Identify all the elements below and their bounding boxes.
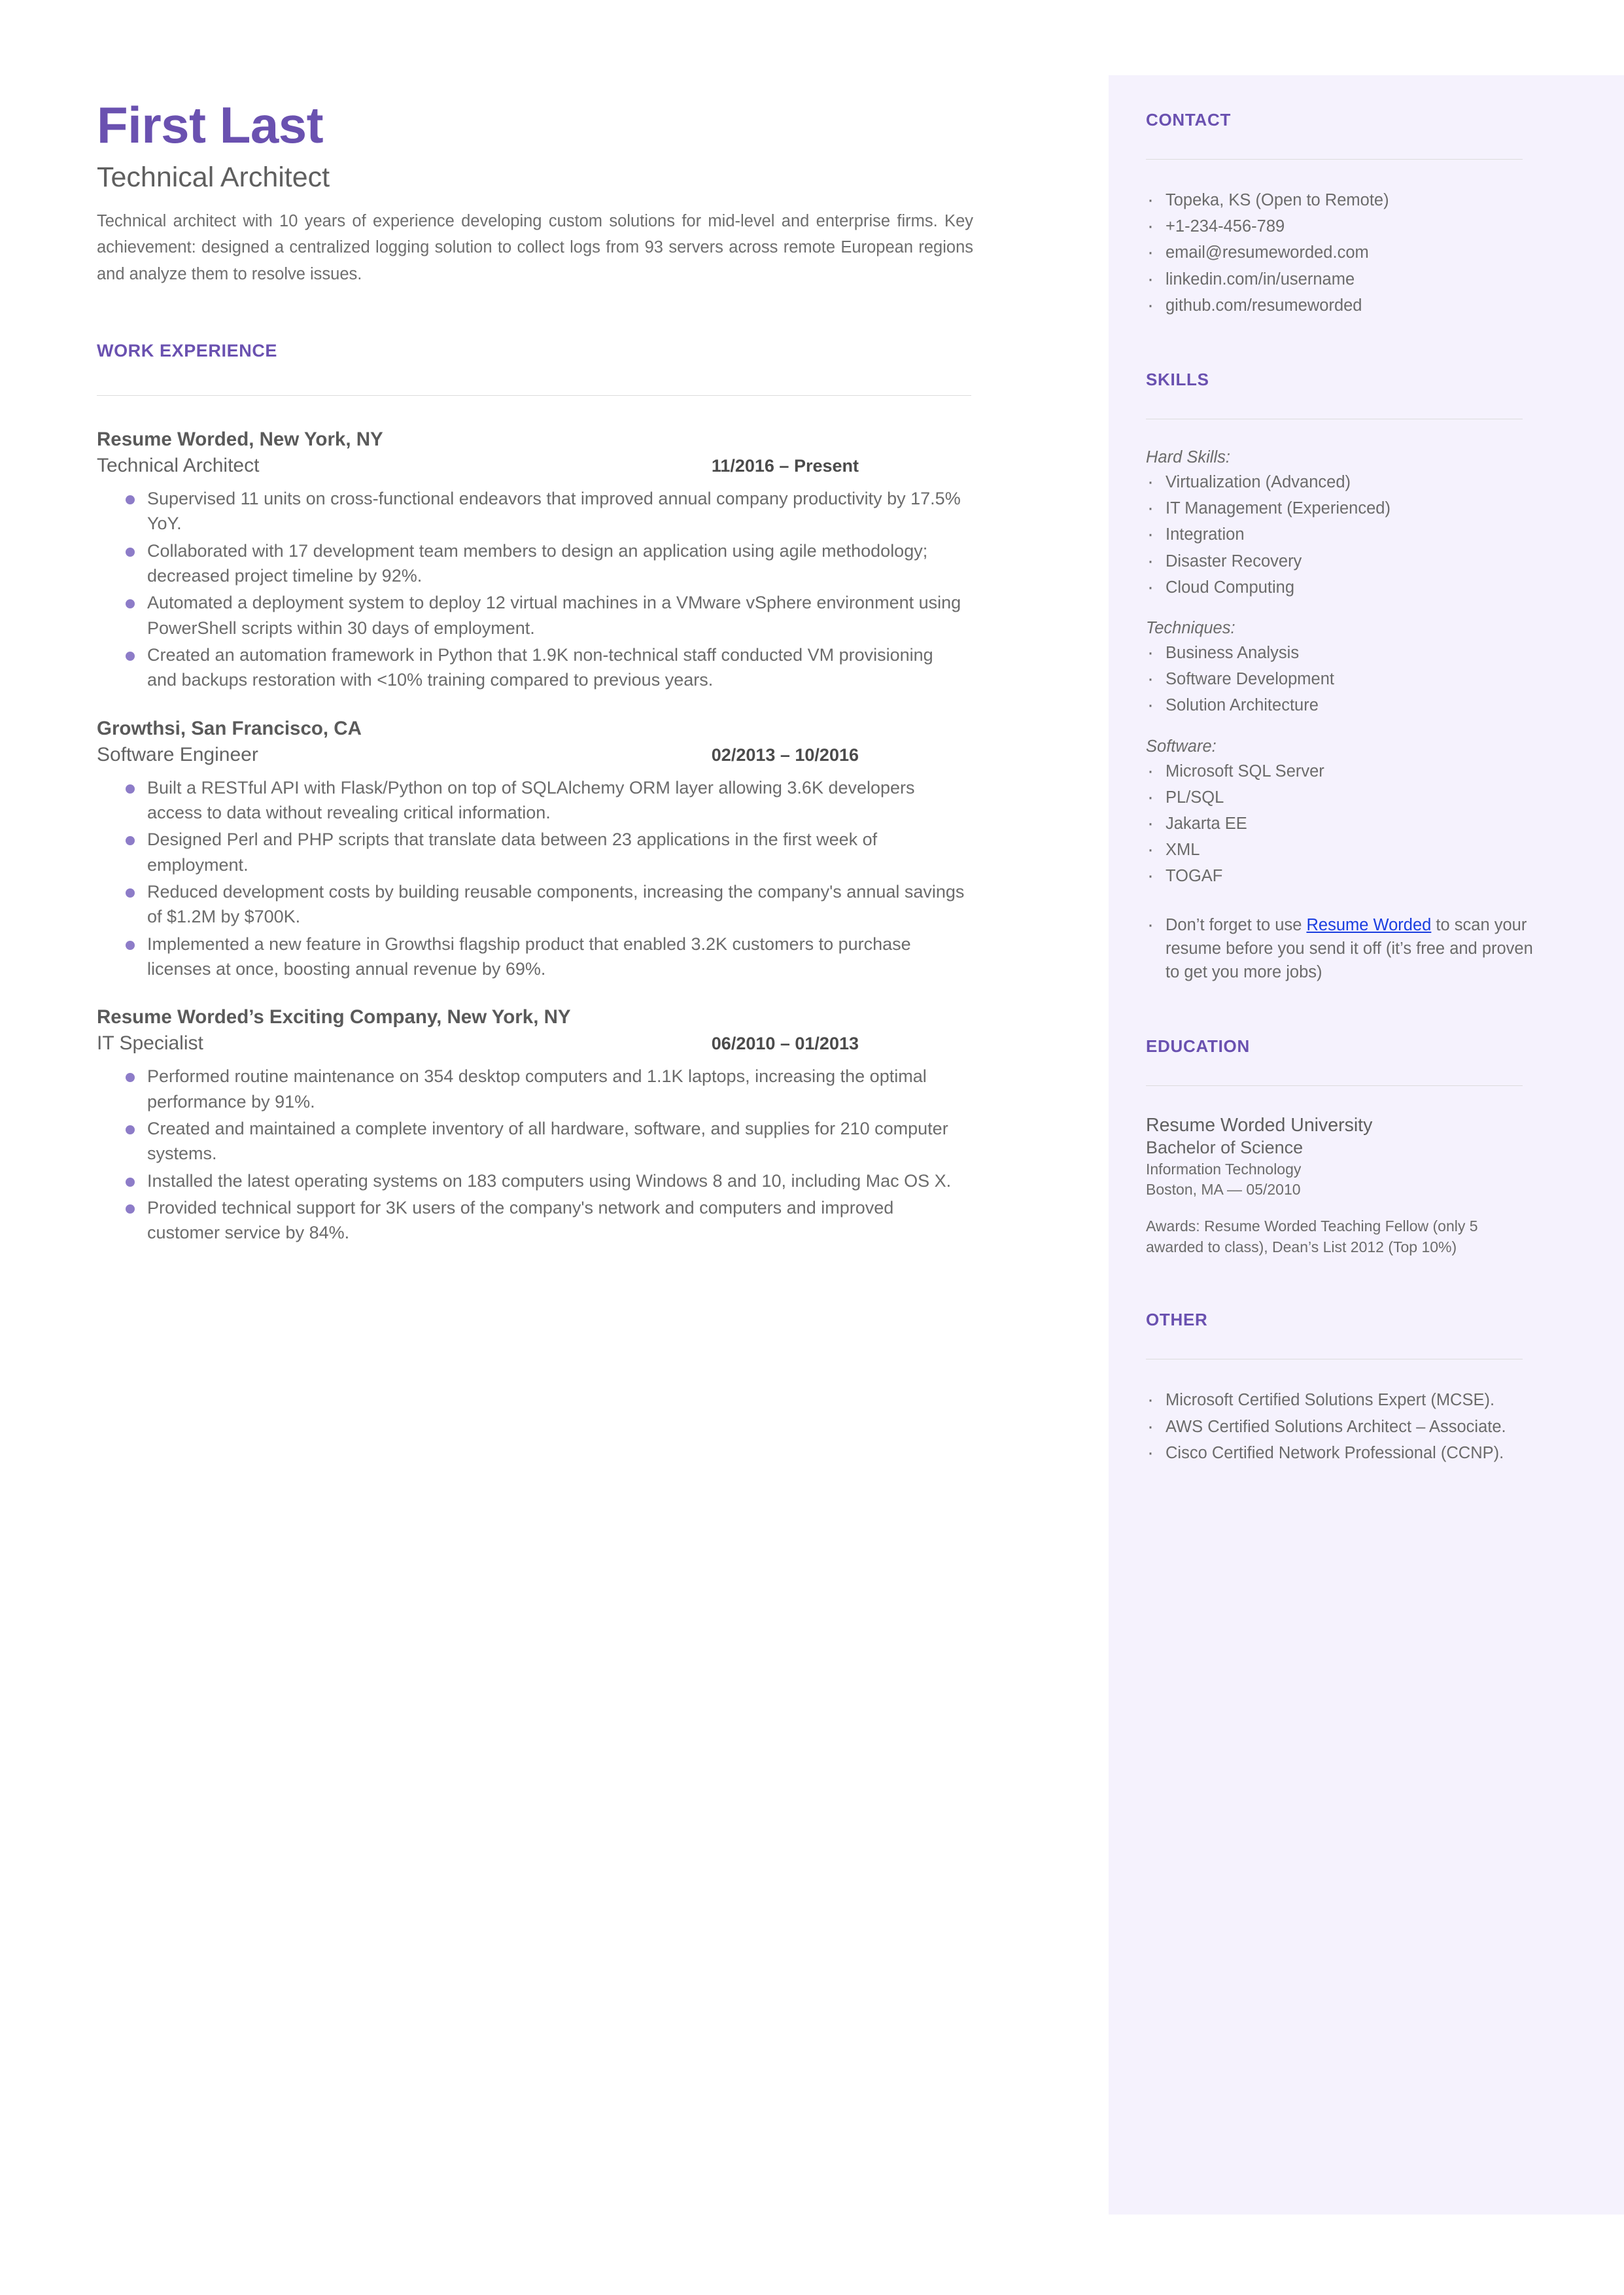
- section-divider-education: [1146, 1085, 1523, 1087]
- main-column: First Last Technical Architect Technical…: [97, 98, 973, 1255]
- skill-group: Hard Skills: Virtualization (Advanced)IT …: [1146, 448, 1538, 601]
- skill-group-label: Hard Skills:: [1146, 448, 1230, 467]
- skill-items: Microsoft SQL ServerPL/SQLJakarta EEXMLT…: [1146, 758, 1538, 890]
- other-section: OTHER Microsoft Certified Solutions Expe…: [1146, 1310, 1538, 1467]
- job-dates: 11/2016 – Present: [711, 455, 859, 476]
- skill-group-label: Techniques:: [1146, 619, 1235, 638]
- skill-group-label: Software:: [1146, 737, 1217, 756]
- work-experience-list: Resume Worded, New York, NY Technical Arc…: [97, 429, 973, 1246]
- contact-list: Topeka, KS (Open to Remote)+1-234-456-78…: [1146, 187, 1538, 319]
- contact-item: email@resumeworded.com: [1146, 239, 1538, 266]
- skill-item: Jakarta EE: [1146, 811, 1538, 837]
- job-bullet: Designed Perl and PHP scripts that trans…: [97, 827, 965, 877]
- skill-item: Business Analysis: [1146, 640, 1538, 667]
- job-title-row: IT Specialist 06/2010 – 01/2013: [97, 1032, 859, 1055]
- skill-item: Integration: [1146, 521, 1538, 548]
- skill-item: Disaster Recovery: [1146, 548, 1538, 575]
- job-bullet: Created and maintained a complete invent…: [97, 1116, 965, 1166]
- skill-item: Solution Architecture: [1146, 692, 1538, 719]
- skill-item: XML: [1146, 837, 1538, 864]
- skill-item: Software Development: [1146, 666, 1538, 693]
- job-bullet: Installed the latest operating systems o…: [97, 1168, 965, 1193]
- sidebar-column: CONTACT Topeka, KS (Open to Remote)+1-23…: [1146, 110, 1538, 1467]
- job-bullet: Automated a deployment system to deploy …: [97, 590, 965, 640]
- other-item: AWS Certified Solutions Architect – Asso…: [1146, 1414, 1538, 1441]
- contact-item: github.com/resumeworded: [1146, 292, 1538, 319]
- contact-item: Topeka, KS (Open to Remote): [1146, 187, 1538, 214]
- job-company: Resume Worded, New York, NY: [97, 428, 383, 450]
- job-company: Resume Worded’s Exciting Company, New Yo…: [97, 1006, 571, 1028]
- resume-worded-link[interactable]: Resume Worded: [1306, 916, 1431, 934]
- education-awards: Awards: Resume Worded Teaching Fellow (o…: [1146, 1217, 1478, 1255]
- job-title-row: Technical Architect 11/2016 – Present: [97, 455, 859, 477]
- job-bullet: Supervised 11 units on cross-functional …: [97, 486, 965, 536]
- skill-group: Techniques: Business AnalysisSoftware Dev…: [1146, 619, 1538, 719]
- skill-group: Software: Microsoft SQL ServerPL/SQLJakar…: [1146, 737, 1538, 890]
- job-bullet-list: Performed routine maintenance on 354 des…: [97, 1064, 973, 1245]
- job-bullet: Provided technical support for 3K users …: [97, 1195, 965, 1246]
- candidate-headline: Technical Architect: [97, 161, 330, 193]
- resume-page: First Last Technical Architect Technical…: [0, 0, 1624, 2295]
- skill-item: Virtualization (Advanced): [1146, 469, 1538, 496]
- education-field: Information Technology: [1146, 1161, 1302, 1178]
- section-title-education: EDUCATION: [1146, 1036, 1250, 1057]
- job-title-row: Software Engineer 02/2013 – 10/2016: [97, 744, 859, 766]
- contact-section: CONTACT Topeka, KS (Open to Remote)+1-23…: [1146, 110, 1538, 319]
- section-title-contact: CONTACT: [1146, 110, 1232, 130]
- job-bullet-list: Supervised 11 units on cross-functional …: [97, 486, 973, 693]
- resume-worded-promo: Don’t forget to use Resume Worded to sca…: [1146, 912, 1538, 985]
- job-title: Software Engineer: [97, 743, 258, 765]
- job-title: Technical Architect: [97, 454, 260, 476]
- job-bullet: Built a RESTful API with Flask/Python on…: [97, 775, 965, 826]
- job-title: IT Specialist: [97, 1032, 203, 1055]
- skill-item: Cloud Computing: [1146, 574, 1538, 601]
- job-bullet: Performed routine maintenance on 354 des…: [97, 1064, 965, 1114]
- section-title-other: OTHER: [1146, 1310, 1208, 1330]
- skill-items: Business AnalysisSoftware DevelopmentSol…: [1146, 640, 1538, 719]
- section-title-skills: SKILLS: [1146, 370, 1209, 390]
- work-experience-entry: Resume Worded’s Exciting Company, New Yo…: [97, 1006, 973, 1245]
- candidate-name: First Last: [97, 96, 324, 154]
- skill-items: Virtualization (Advanced)IT Management (…: [1146, 469, 1538, 601]
- skill-item: PL/SQL: [1146, 784, 1538, 811]
- work-experience-entry: Resume Worded, New York, NY Technical Arc…: [97, 429, 973, 693]
- section-divider-work-experience: [97, 394, 971, 396]
- professional-summary: Technical architect with 10 years of exp…: [97, 212, 973, 283]
- education-degree: Bachelor of Science: [1146, 1138, 1304, 1158]
- section-title-work-experience: WORK EXPERIENCE: [97, 340, 278, 360]
- skill-item: TOGAF: [1146, 863, 1538, 890]
- job-company: Growthsi, San Francisco, CA: [97, 717, 362, 739]
- job-dates: 02/2013 – 10/2016: [711, 745, 859, 765]
- other-item: Cisco Certified Network Professional (CC…: [1146, 1440, 1538, 1467]
- skill-item: Microsoft SQL Server: [1146, 758, 1538, 785]
- job-bullet-list: Built a RESTful API with Flask/Python on…: [97, 775, 973, 982]
- job-bullet: Implemented a new feature in Growthsi fl…: [97, 932, 965, 982]
- skills-groups: Hard Skills: Virtualization (Advanced)IT …: [1146, 448, 1538, 890]
- section-divider-contact: [1146, 159, 1523, 160]
- other-list: Microsoft Certified Solutions Expert (MC…: [1146, 1387, 1538, 1467]
- contact-item: +1-234-456-789: [1146, 213, 1538, 240]
- job-bullet: Reduced development costs by building re…: [97, 879, 965, 930]
- job-bullet: Created an automation framework in Pytho…: [97, 642, 965, 693]
- job-bullet: Collaborated with 17 development team me…: [97, 538, 965, 589]
- education-school: Resume Worded University: [1146, 1115, 1373, 1136]
- skill-item: IT Management (Experienced): [1146, 495, 1538, 522]
- education-location-date: Boston, MA — 05/2010: [1146, 1180, 1301, 1198]
- job-dates: 06/2010 – 01/2013: [711, 1034, 859, 1054]
- work-experience-entry: Growthsi, San Francisco, CA Software Engi…: [97, 718, 973, 982]
- education-section: EDUCATION Resume Worded University Bache…: [1146, 1036, 1538, 1257]
- contact-item: linkedin.com/in/username: [1146, 266, 1538, 293]
- other-item: Microsoft Certified Solutions Expert (MC…: [1146, 1387, 1538, 1414]
- skills-section: SKILLS Hard Skills: Virtualization (Advan…: [1146, 370, 1538, 984]
- promo-text-before: Don’t forget to use: [1166, 915, 1307, 934]
